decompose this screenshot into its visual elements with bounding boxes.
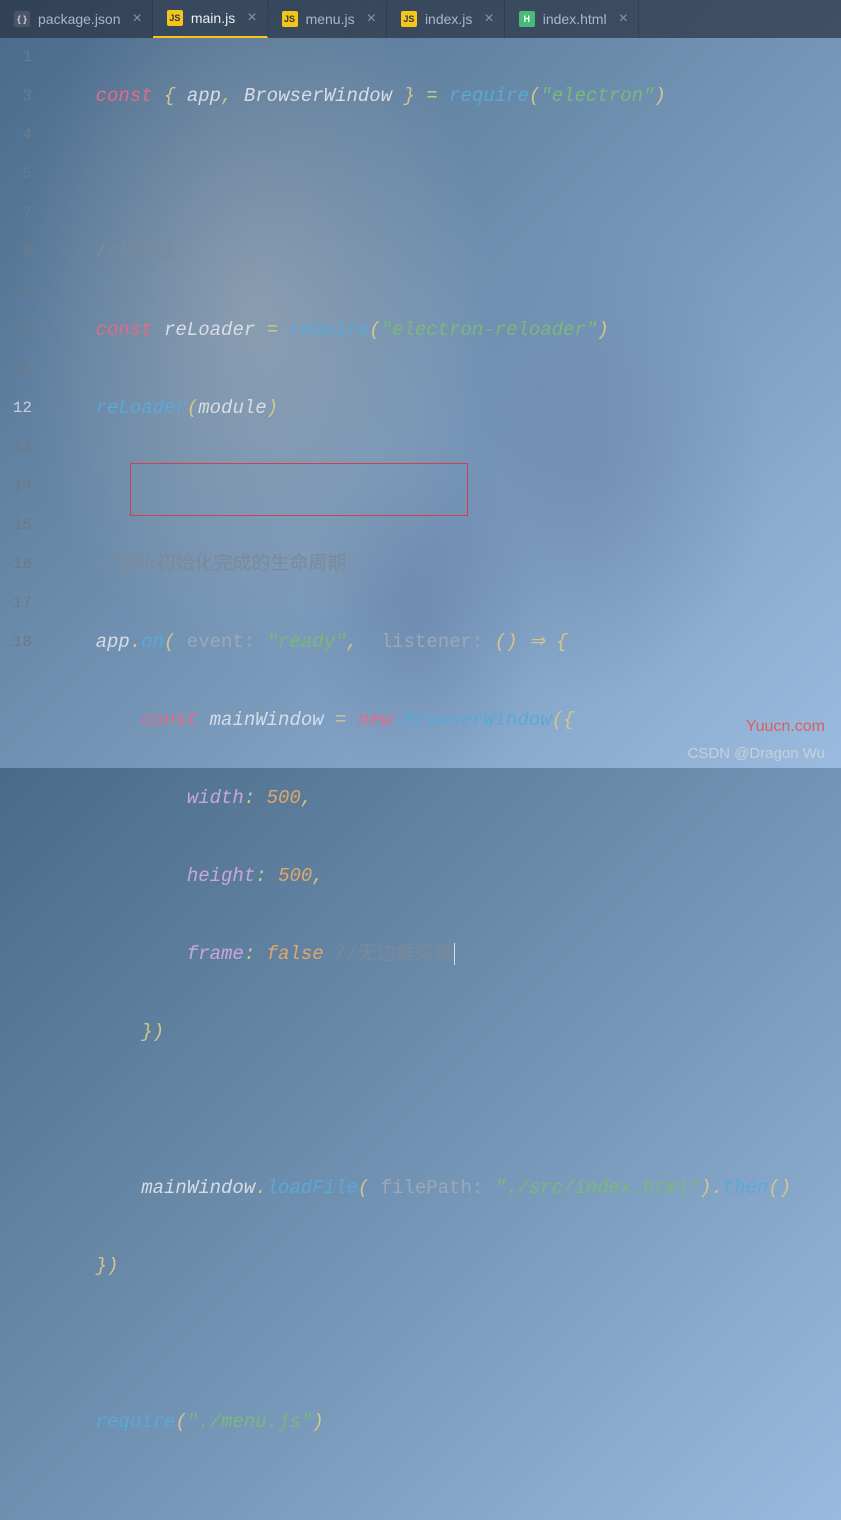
- code-content[interactable]: const { app, BrowserWindow } = require("…: [50, 38, 841, 1520]
- tab-menu-js[interactable]: JS menu.js ×: [268, 0, 387, 38]
- json-icon: { }: [14, 11, 30, 27]
- line-gutter: 1 3 4 5 7 8 9 10 11 12 13 14 15 16 17 18: [0, 38, 50, 1520]
- js-icon: JS: [282, 11, 298, 27]
- js-icon: JS: [167, 10, 183, 26]
- close-icon[interactable]: ×: [133, 10, 142, 28]
- html-icon: H: [519, 11, 535, 27]
- credit: CSDN @Dragon Wu: [688, 745, 826, 762]
- tab-label: index.js: [425, 11, 472, 27]
- tab-bar: { } package.json × JS main.js × JS menu.…: [0, 0, 841, 38]
- text-cursor: [454, 943, 455, 965]
- tab-index-html[interactable]: H index.html ×: [505, 0, 639, 38]
- tab-label: menu.js: [306, 11, 355, 27]
- code-editor[interactable]: 1 3 4 5 7 8 9 10 11 12 13 14 15 16 17 18…: [0, 38, 841, 1520]
- close-icon[interactable]: ×: [247, 9, 256, 27]
- tab-label: package.json: [38, 11, 121, 27]
- tab-label: index.html: [543, 11, 607, 27]
- tab-package-json[interactable]: { } package.json ×: [0, 0, 153, 38]
- tab-label: main.js: [191, 10, 235, 26]
- tab-index-js[interactable]: JS index.js ×: [387, 0, 505, 38]
- tab-main-js[interactable]: JS main.js ×: [153, 0, 268, 38]
- close-icon[interactable]: ×: [367, 10, 376, 28]
- js-icon: JS: [401, 11, 417, 27]
- close-icon[interactable]: ×: [619, 10, 628, 28]
- watermark: Yuucn.com: [746, 718, 825, 736]
- close-icon[interactable]: ×: [484, 10, 493, 28]
